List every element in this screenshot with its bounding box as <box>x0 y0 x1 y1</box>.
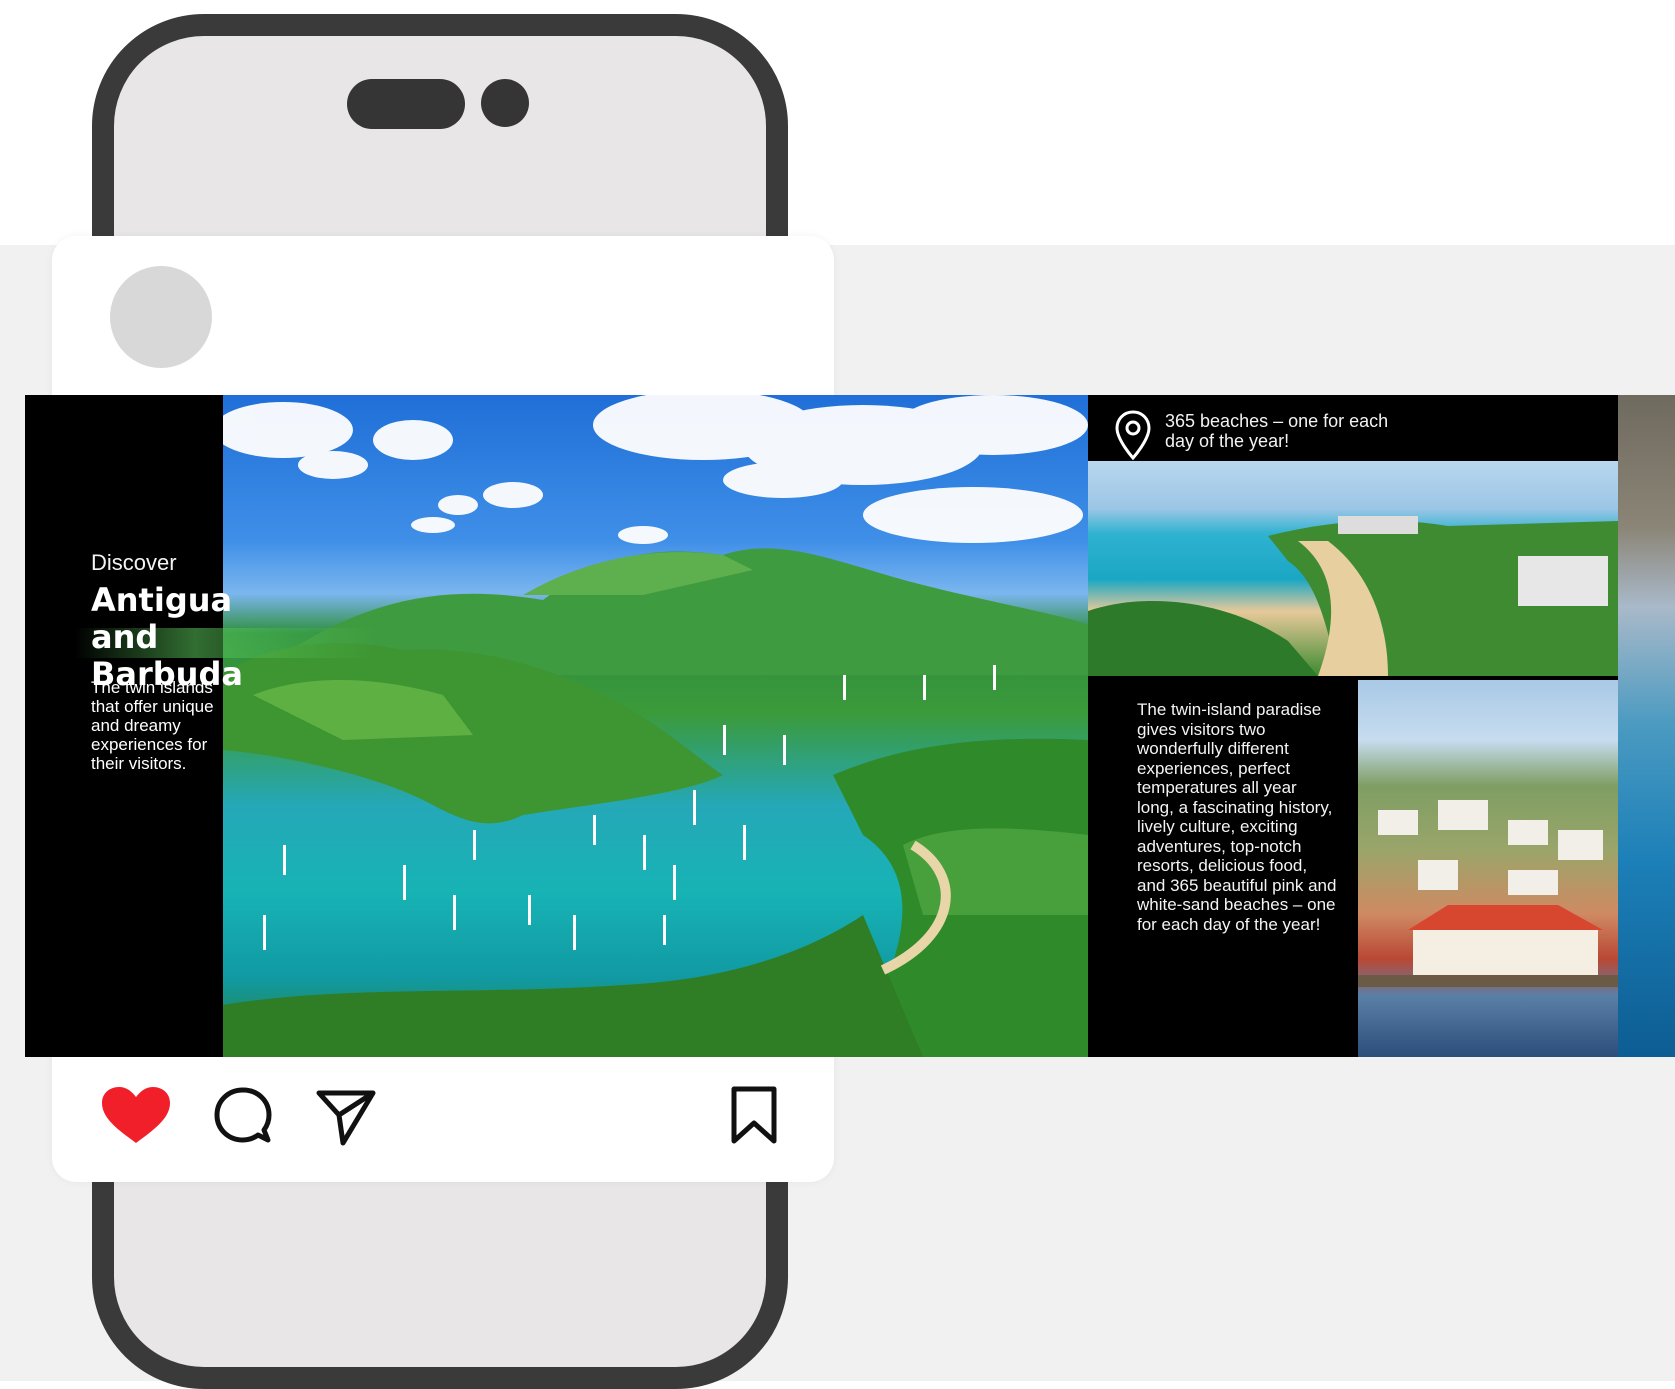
town-photo <box>1358 680 1618 1057</box>
slide2-headline: 365 beaches – one for each day of the ye… <box>1165 411 1389 451</box>
send-icon[interactable] <box>315 1085 377 1147</box>
post-action-bar <box>100 1085 790 1147</box>
next-slide-preview[interactable] <box>1618 395 1675 1057</box>
beach-photo <box>1088 461 1618 676</box>
slide2-description: The twin-island paradise gives visitors … <box>1137 700 1337 934</box>
destination-title: Antigua and Barbuda <box>91 581 243 693</box>
avatar[interactable] <box>110 266 212 368</box>
front-camera <box>481 79 529 127</box>
heart-icon[interactable] <box>100 1085 172 1147</box>
harbour-photo <box>223 395 1088 1057</box>
post-carousel[interactable]: Discover Antigua and Barbuda The twin is… <box>25 395 1675 1057</box>
comment-icon[interactable] <box>212 1085 274 1147</box>
bookmark-icon[interactable] <box>728 1085 780 1147</box>
dynamic-island <box>347 79 465 129</box>
